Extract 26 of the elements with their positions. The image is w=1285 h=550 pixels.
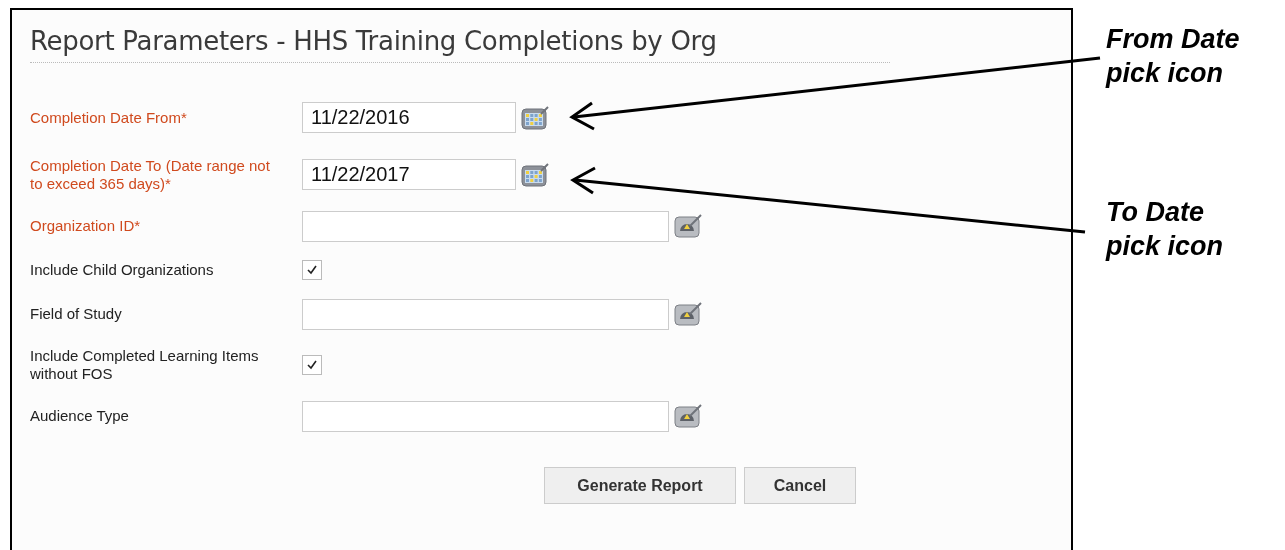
field-label: Include Completed Learning Items without FOS <box>30 347 260 383</box>
field-label: Completion Date From* <box>30 108 188 127</box>
lookup-icon[interactable] <box>674 214 702 238</box>
calendar-icon[interactable] <box>521 105 549 130</box>
check-icon <box>306 359 318 371</box>
date-field[interactable]: 11/22/2016 <box>302 102 516 133</box>
field-label: Audience Type <box>30 407 130 425</box>
lookup-icon[interactable] <box>674 302 702 326</box>
field-label: Organization ID* <box>30 217 142 235</box>
checkbox[interactable] <box>302 355 322 375</box>
check-icon <box>306 264 318 276</box>
cancel-button[interactable]: Cancel <box>744 467 856 504</box>
field-label: Field of Study <box>30 305 123 323</box>
callout-label: From Date pick icon <box>1106 23 1241 90</box>
callout-label: To Date pick icon <box>1106 196 1225 263</box>
lookup-field[interactable] <box>302 400 669 432</box>
page-title: Report Parameters - HHS Training Completions by Org <box>30 26 717 56</box>
lookup-icon[interactable] <box>674 404 702 428</box>
date-field[interactable]: 11/22/2017 <box>302 159 516 190</box>
checkbox[interactable] <box>302 260 322 280</box>
calendar-icon[interactable] <box>521 162 549 187</box>
field-label: Completion Date To (Date range not to exceed 365 days)* <box>30 156 271 193</box>
lookup-field[interactable] <box>302 210 669 242</box>
field-label: Include Child Organizations <box>30 261 215 279</box>
lookup-field[interactable] <box>302 298 669 330</box>
generate-report-button[interactable]: Generate Report <box>544 467 736 504</box>
